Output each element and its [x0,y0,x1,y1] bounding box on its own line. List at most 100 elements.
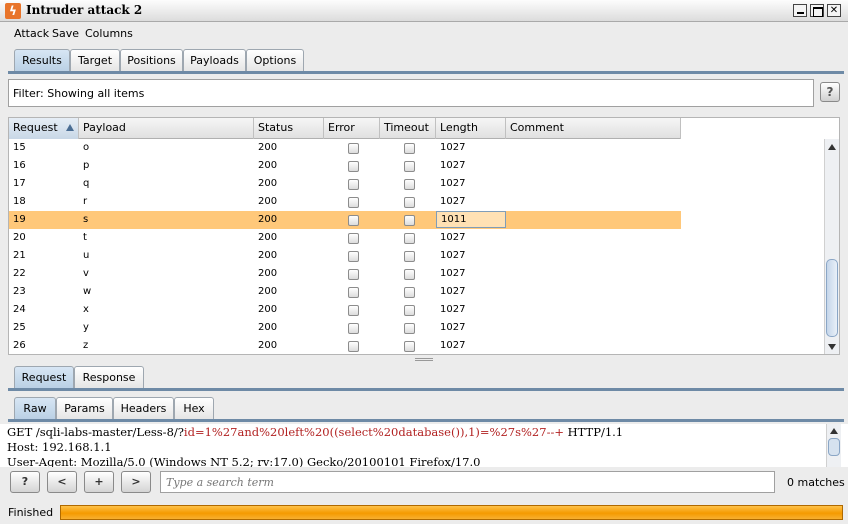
editor-scrollbar[interactable] [826,424,841,467]
search-help-button[interactable]: ? [10,471,40,493]
scroll-down-icon[interactable] [828,344,836,350]
request-path: GET /sqli-labs-master/Less-8/? [7,425,184,439]
main-tabs: Results Target Positions Payloads Option… [0,49,848,72]
error-checkbox [348,161,359,172]
cell-comment [506,247,510,265]
table-row[interactable]: 19 s 200 1011 [9,211,681,229]
column-length[interactable]: Length [436,118,506,139]
timeout-checkbox [404,269,415,280]
column-timeout[interactable]: Timeout [380,118,436,139]
cell-status: 200 [258,286,278,297]
cell-status: 200 [258,160,278,171]
cell-payload: p [83,160,90,171]
column-error[interactable]: Error [324,118,380,139]
table-row[interactable]: 26 z 200 1027 [9,337,681,354]
progress-fill [61,506,842,519]
cell-request: 21 [13,250,26,261]
column-comment[interactable]: Comment [506,118,681,139]
table-row[interactable]: 22 v 200 1027 [9,265,681,283]
table-row[interactable]: 16 p 200 1027 [9,157,681,175]
minimize-icon[interactable] [793,4,807,17]
table-row[interactable]: 23 w 200 1027 [9,283,681,301]
sort-ascending-icon [66,124,74,131]
cell-request: 25 [13,322,26,333]
request-editor[interactable]: GET /sqli-labs-master/Less-8/?id=1%27and… [0,424,848,467]
tab-params[interactable]: Params [56,397,113,420]
match-count: 0 matches [787,476,845,489]
cell-comment [506,319,510,337]
cell-length: 1011 [436,211,506,228]
table-row[interactable]: 15 o 200 1027 [9,139,681,157]
request-line: GET /sqli-labs-master/Less-8/?id=1%27and… [7,425,623,439]
menu-attack[interactable]: Attack [14,27,49,40]
tab-positions[interactable]: Positions [120,49,183,72]
cell-request: 20 [13,232,26,243]
error-checkbox [348,197,359,208]
cell-payload: v [83,268,89,279]
filter-text: Filter: Showing all items [13,87,145,100]
progress-bar [60,505,843,520]
search-input[interactable] [160,471,775,493]
view-tabs: Raw Params Headers Hex [0,397,848,420]
cell-comment [506,193,510,211]
table-row[interactable]: 18 r 200 1027 [9,193,681,211]
title-bar: ϟ Intruder attack 2 ✕ [0,0,848,22]
error-checkbox [348,323,359,334]
table-row[interactable]: 24 x 200 1027 [9,301,681,319]
tab-response[interactable]: Response [74,366,144,389]
tab-options[interactable]: Options [246,49,304,72]
menu-save[interactable]: Save [52,27,79,40]
search-add-button[interactable]: + [84,471,114,493]
table-row[interactable]: 17 q 200 1027 [9,175,681,193]
table-empty-area [681,118,825,354]
error-checkbox [348,305,359,316]
tab-raw[interactable]: Raw [14,397,56,420]
detail-tabs: Request Response [0,366,848,389]
cell-status: 200 [258,340,278,351]
host-header: Host: 192.168.1.1 [7,440,112,454]
cell-request: 24 [13,304,26,315]
cell-length: 1027 [440,286,466,297]
scroll-up-icon[interactable] [830,428,838,434]
search-next-button[interactable]: > [121,471,151,493]
table-scrollbar[interactable] [824,139,839,354]
scroll-thumb[interactable] [826,259,838,337]
search-previous-button[interactable]: < [47,471,77,493]
help-button[interactable]: ? [820,82,840,102]
cell-status: 200 [258,178,278,189]
column-payload[interactable]: Payload [79,118,254,139]
cell-request: 23 [13,286,26,297]
table-row[interactable]: 20 t 200 1027 [9,229,681,247]
scroll-thumb[interactable] [828,438,840,456]
menu-columns[interactable]: Columns [85,27,133,40]
filter-bar[interactable]: Filter: Showing all items [8,79,814,107]
tab-target[interactable]: Target [70,49,120,72]
cell-comment [506,175,510,193]
timeout-checkbox [404,341,415,352]
table-row[interactable]: 25 y 200 1027 [9,319,681,337]
results-table: Request Payload Status Error Timeout Len… [8,117,840,355]
column-status[interactable]: Status [254,118,324,139]
cell-status: 200 [258,250,278,261]
tab-results[interactable]: Results [14,49,70,72]
cell-status: 200 [258,268,278,279]
tab-headers[interactable]: Headers [113,397,174,420]
scroll-up-icon[interactable] [828,144,836,150]
cell-payload: q [83,178,90,189]
tab-request[interactable]: Request [14,366,74,389]
user-agent-header: User-Agent: Mozilla/5.0 (Windows NT 5.2;… [7,455,481,467]
cell-comment [506,211,510,229]
cell-length: 1027 [440,142,466,153]
cell-comment [506,157,510,175]
pane-splitter[interactable] [415,358,433,361]
column-request[interactable]: Request [9,118,79,139]
close-icon[interactable]: ✕ [827,4,841,17]
tab-payloads[interactable]: Payloads [183,49,246,72]
cell-request: 22 [13,268,26,279]
tab-hex[interactable]: Hex [174,397,214,420]
maximize-icon[interactable] [810,4,824,17]
cell-comment [506,301,510,319]
timeout-checkbox [404,179,415,190]
table-row[interactable]: 21 u 200 1027 [9,247,681,265]
timeout-checkbox [404,287,415,298]
